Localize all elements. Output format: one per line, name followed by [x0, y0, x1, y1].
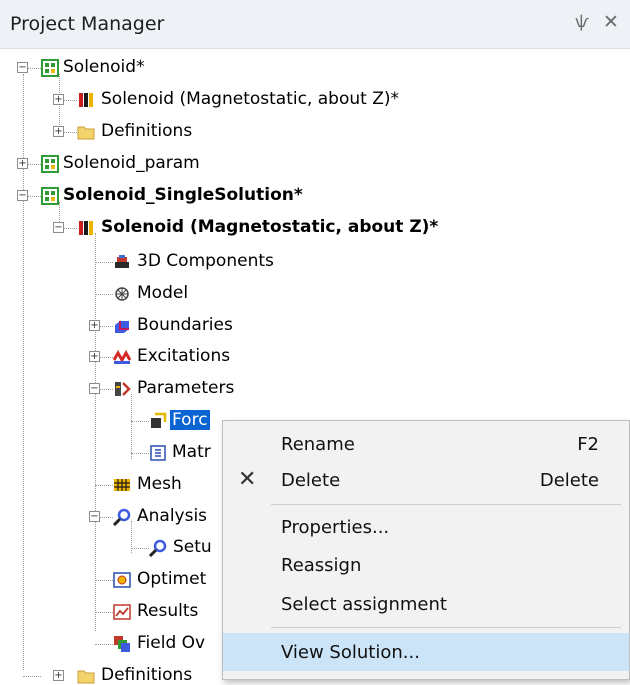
tree-item-parameters[interactable]: Parameters: [137, 378, 234, 398]
results-icon: [113, 604, 131, 620]
rename-label: Rename: [281, 434, 355, 455]
design-icon: [79, 93, 93, 107]
tree-item-single-solution-project[interactable]: Solenoid_SingleSolution*: [63, 185, 303, 205]
excitations-icon: [113, 349, 131, 364]
tree-item-optimetrics[interactable]: Optimet: [137, 569, 206, 589]
tree-item-matrix[interactable]: Matr: [172, 442, 211, 462]
tree-item-excitations[interactable]: Excitations: [137, 346, 230, 366]
setup-icon: [149, 539, 167, 557]
properties-label: Properties...: [281, 517, 390, 538]
project-icon: [41, 155, 59, 173]
collapse-toggle[interactable]: −: [17, 62, 28, 73]
mesh-icon: [114, 479, 130, 491]
tree-item-3d-components[interactable]: 3D Components: [137, 251, 274, 271]
tree-item-setup[interactable]: Setu: [173, 537, 212, 557]
panel-title: Project Manager: [10, 13, 165, 35]
menu-item-view-solution[interactable]: View Solution...: [223, 633, 629, 671]
folder-icon: [77, 126, 95, 140]
tree-item-mesh[interactable]: Mesh: [137, 474, 182, 494]
field-overlays-icon: [114, 636, 130, 652]
select-assignment-label: Select assignment: [281, 594, 447, 615]
project-icon: [41, 59, 59, 77]
expand-toggle[interactable]: +: [53, 670, 64, 681]
optimetrics-icon: [113, 572, 131, 588]
tree-item-boundaries[interactable]: Boundaries: [137, 315, 233, 335]
pin-icon[interactable]: ѱ: [575, 12, 589, 31]
3d-components-icon: [115, 255, 129, 268]
collapse-toggle[interactable]: −: [89, 383, 100, 394]
view-solution-label: View Solution...: [281, 642, 420, 663]
menu-item-rename[interactable]: Rename F2: [223, 425, 629, 463]
tree-item-definitions[interactable]: Definitions: [101, 121, 192, 141]
collapse-toggle[interactable]: −: [89, 511, 100, 522]
delete-shortcut: Delete: [539, 470, 599, 491]
tree-item-active-design[interactable]: Solenoid (Magnetostatic, about Z)*: [101, 217, 438, 237]
close-icon[interactable]: ✕: [603, 11, 619, 33]
tree-item-analysis[interactable]: Analysis: [137, 506, 207, 526]
tree-item-force[interactable]: Forc: [170, 410, 210, 430]
delete-label: Delete: [281, 470, 341, 491]
menu-separator: [271, 504, 621, 505]
expand-toggle[interactable]: +: [17, 158, 28, 169]
matrix-icon: [150, 445, 166, 461]
expand-toggle[interactable]: +: [89, 320, 100, 331]
menu-item-properties[interactable]: Properties...: [223, 508, 629, 546]
reassign-label: Reassign: [281, 555, 362, 576]
expand-toggle[interactable]: +: [53, 126, 64, 137]
analysis-icon: [113, 508, 131, 526]
menu-separator: [271, 627, 621, 628]
menu-item-reassign[interactable]: Reassign: [223, 546, 629, 584]
menu-item-select-assignment[interactable]: Select assignment: [223, 585, 629, 623]
collapse-toggle[interactable]: −: [53, 222, 64, 233]
collapse-toggle[interactable]: −: [17, 190, 28, 201]
context-menu: Rename F2 ✕ Delete Delete Properties... …: [222, 420, 630, 680]
menu-item-delete[interactable]: ✕ Delete Delete: [223, 461, 629, 499]
tree-item-solenoid-param[interactable]: Solenoid_param: [63, 153, 200, 173]
folder-icon: [77, 670, 95, 684]
delete-icon: ✕: [238, 467, 257, 492]
tree-item-results[interactable]: Results: [137, 601, 198, 621]
expand-toggle[interactable]: +: [53, 94, 64, 105]
model-icon: [115, 287, 129, 301]
design-icon: [79, 221, 93, 235]
rename-shortcut: F2: [577, 434, 599, 455]
project-icon: [41, 187, 59, 205]
expand-toggle[interactable]: +: [89, 351, 100, 362]
tree-item-field-overlays[interactable]: Field Ov: [137, 633, 205, 653]
force-icon: [151, 412, 167, 428]
tree-item-model[interactable]: Model: [137, 283, 188, 303]
tree-item-definitions-2[interactable]: Definitions: [101, 665, 192, 685]
project-manager-titlebar: Project Manager ѱ ✕: [0, 0, 630, 49]
parameters-icon: [115, 382, 131, 396]
tree-item-solenoid-project[interactable]: Solenoid*: [63, 57, 145, 77]
tree-item-solenoid-design[interactable]: Solenoid (Magnetostatic, about Z)*: [101, 89, 399, 109]
boundaries-icon: [115, 321, 129, 333]
